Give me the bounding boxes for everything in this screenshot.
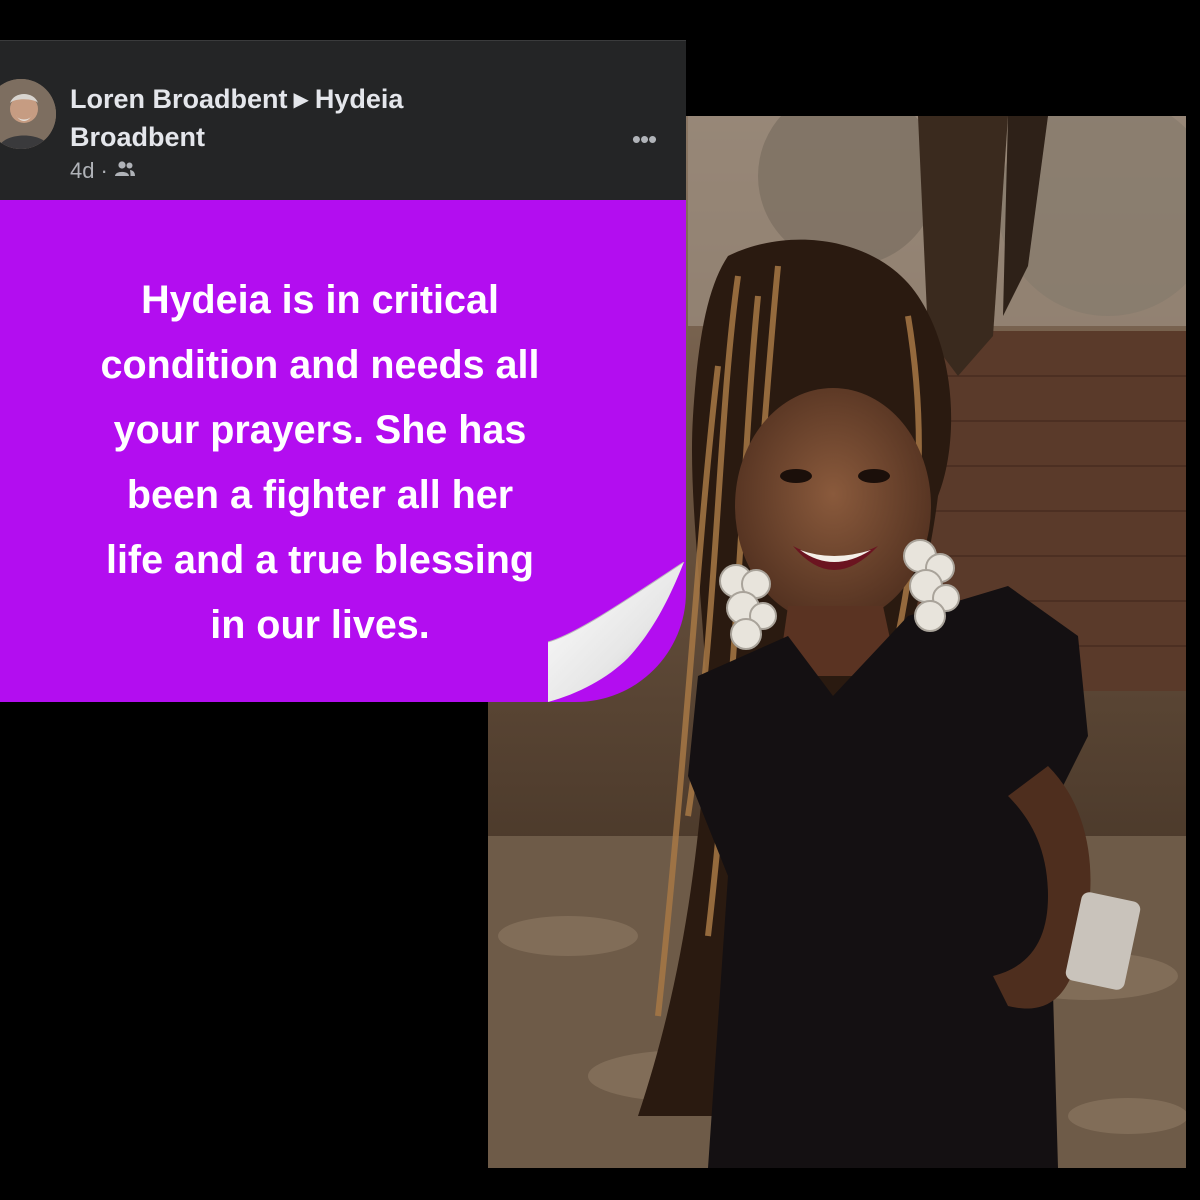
author-avatar[interactable] xyxy=(0,79,56,149)
message-line: in our lives. xyxy=(210,603,430,647)
more-options-icon: ••• xyxy=(631,124,657,154)
post-title: Loren Broadbent ▶ Hydeia Broadbent xyxy=(70,81,510,156)
arrow-right-icon: ▶ xyxy=(293,89,309,111)
message-line: your prayers. She has xyxy=(113,408,527,452)
author-name[interactable]: Loren Broadbent xyxy=(70,84,288,114)
message-line: been a fighter all her xyxy=(126,473,514,517)
more-options-button[interactable]: ••• xyxy=(622,119,666,159)
page-curl-graphic xyxy=(548,562,685,702)
message-text: Hydeia is in critical condition and need… xyxy=(0,268,640,658)
message-line: condition and needs all xyxy=(100,343,540,387)
screenshot-canvas: Loren Broadbent ▶ Hydeia Broadbent 4d · ••… xyxy=(0,0,1200,1200)
post-header-card: Loren Broadbent ▶ Hydeia Broadbent 4d · ••… xyxy=(0,40,686,201)
friends-icon xyxy=(114,158,136,184)
post-meta: 4d · xyxy=(70,158,136,184)
meta-separator: · xyxy=(100,158,108,183)
avatar-image xyxy=(0,79,56,149)
message-line: Hydeia is in critical xyxy=(141,278,499,322)
post-time[interactable]: 4d xyxy=(70,158,94,184)
message-line: life and a true blessing xyxy=(105,538,535,582)
